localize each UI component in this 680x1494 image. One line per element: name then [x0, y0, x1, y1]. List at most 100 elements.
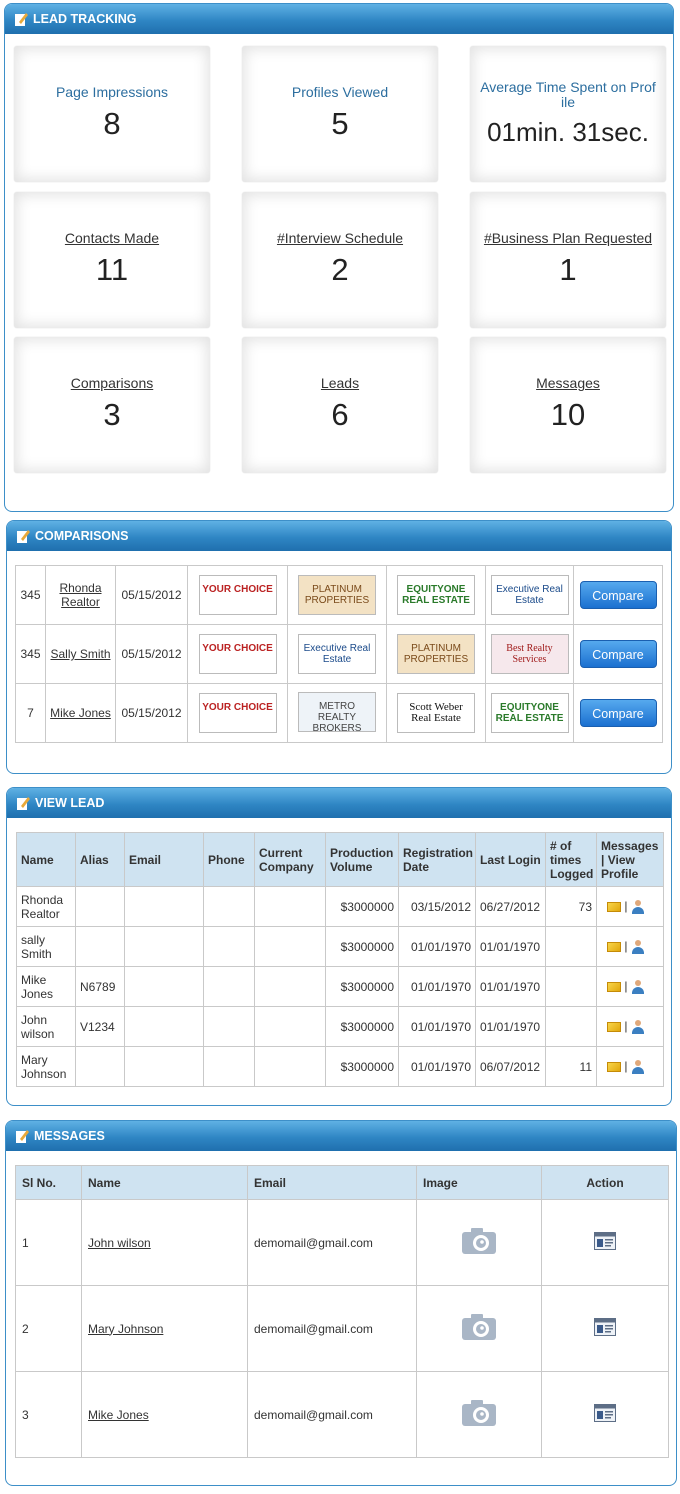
lead-email	[124, 1046, 204, 1087]
lead-alias: N6789	[75, 966, 125, 1007]
business-plan-link[interactable]: #Business Plan Requested	[470, 230, 666, 246]
message-email: demomail@gmail.com	[247, 1199, 417, 1286]
lead-last-login: 06/27/2012	[475, 886, 546, 927]
lead-last-login: 01/01/1970	[475, 966, 546, 1007]
lead-email	[124, 926, 204, 967]
tile-contacts-made[interactable]: Contacts Made 11	[14, 192, 210, 328]
table-row: sally Smith $3000000 01/01/1970 01/01/19…	[16, 926, 664, 967]
company-logo: EQUITYONE REAL ESTATE	[397, 575, 475, 615]
compare-button[interactable]: Compare	[579, 640, 657, 668]
company-logo: YOUR CHOICE	[198, 634, 277, 674]
lead-volume: $3000000	[325, 1006, 399, 1047]
camera-icon	[462, 1314, 496, 1340]
envelope-icon[interactable]	[607, 1061, 621, 1072]
lead-registration: 01/01/1970	[398, 926, 476, 967]
message-email: demomail@gmail.com	[247, 1285, 417, 1372]
lead-company	[254, 886, 326, 927]
message-number: 1	[15, 1199, 82, 1286]
envelope-icon[interactable]	[607, 941, 621, 952]
row-id: 345	[15, 565, 46, 625]
separator: |	[624, 899, 628, 914]
table-row: Mike Jones N6789 $3000000 01/01/1970 01/…	[16, 966, 664, 1007]
tile-value: 01min. 31sec.	[487, 117, 649, 147]
contacts-made-link[interactable]: Contacts Made	[14, 230, 210, 246]
lead-name-link[interactable]: Mike Jones	[50, 706, 111, 720]
company-logo: Executive Real Estate	[490, 575, 569, 615]
table-row: 1 John wilson demomail@gmail.com	[15, 1199, 669, 1286]
contact-card-icon[interactable]	[594, 1318, 616, 1336]
lead-actions: |	[596, 966, 664, 1007]
messages-table: Sl No. Name Email Image Action 1 John wi…	[15, 1165, 669, 1458]
comparisons-panel: COMPARISONS 345 Rhonda Realtor 05/15/201…	[6, 520, 672, 774]
lead-phone	[203, 1046, 255, 1087]
contact-card-icon[interactable]	[594, 1232, 616, 1250]
lead-name-link[interactable]: Sally Smith	[50, 647, 110, 661]
message-name-link[interactable]: Mary Johnson	[88, 1322, 163, 1336]
user-profile-icon[interactable]	[631, 1059, 645, 1074]
envelope-icon[interactable]	[607, 901, 621, 912]
tile-comparisons[interactable]: Comparisons 3	[14, 337, 210, 473]
message-email: demomail@gmail.com	[247, 1371, 417, 1458]
separator: |	[624, 1059, 628, 1074]
envelope-icon[interactable]	[607, 981, 621, 992]
lead-phone	[203, 966, 255, 1007]
edit-icon	[15, 13, 28, 26]
separator: |	[624, 939, 628, 954]
lead-alias	[75, 926, 125, 967]
comparisons-header: COMPARISONS	[7, 521, 671, 551]
lead-company	[254, 1046, 326, 1087]
interview-schedule-link[interactable]: #Interview Schedule	[242, 230, 438, 246]
messages-panel: MESSAGES Sl No. Name Email Image Action …	[5, 1120, 677, 1486]
lead-logged-count	[545, 1006, 597, 1047]
lead-tracking-title: LEAD TRACKING	[33, 12, 137, 26]
compare-button[interactable]: Compare	[579, 699, 657, 727]
envelope-icon[interactable]	[607, 1021, 621, 1032]
table-row: Mary Johnson $3000000 01/01/1970 06/07/2…	[16, 1046, 664, 1087]
tile-label: Average Time Spent on Prof ile	[480, 79, 656, 110]
table-row: John wilson V1234 $3000000 01/01/1970 01…	[16, 1006, 664, 1047]
lead-volume: $3000000	[325, 926, 399, 967]
message-name-link[interactable]: John wilson	[88, 1236, 151, 1250]
tile-value: 2	[331, 252, 349, 287]
view-lead-panel: VIEW LEAD Name Alias Email Phone Current…	[6, 787, 672, 1106]
lead-name-link[interactable]: Rhonda Realtor	[59, 581, 101, 609]
column-header: Messages | View Profile	[596, 832, 664, 887]
table-header-row: Sl No. Name Email Image Action	[15, 1165, 669, 1200]
tile-value: 1	[559, 252, 577, 287]
company-logo: EQUITYONE REAL ESTATE	[490, 693, 569, 733]
comparisons-link[interactable]: Comparisons	[14, 375, 210, 391]
messages-link[interactable]: Messages	[470, 375, 666, 391]
tile-value: 8	[103, 106, 121, 141]
table-row: 3 Mike Jones demomail@gmail.com	[15, 1371, 669, 1458]
lead-tracking-panel: LEAD TRACKING Page Impressions 8 Profile…	[4, 3, 674, 512]
tile-page-impressions: Page Impressions 8	[14, 46, 210, 182]
tile-value: 3	[103, 397, 121, 432]
lead-alias	[75, 886, 125, 927]
tile-messages[interactable]: Messages 10	[470, 337, 666, 473]
lead-name: Rhonda Realtor	[16, 886, 76, 927]
contact-card-icon[interactable]	[594, 1404, 616, 1422]
lead-logged-count	[545, 966, 597, 1007]
user-profile-icon[interactable]	[631, 939, 645, 954]
column-header: Action	[541, 1165, 669, 1200]
column-header: Name	[81, 1165, 248, 1200]
leads-link[interactable]: Leads	[242, 375, 438, 391]
company-logo: YOUR CHOICE	[198, 693, 277, 733]
company-logo: METRO REALTY BROKERS	[298, 692, 376, 734]
tile-business-plan[interactable]: #Business Plan Requested 1	[470, 192, 666, 328]
lead-actions: |	[596, 926, 664, 967]
lead-company	[254, 1006, 326, 1047]
lead-registration: 03/15/2012	[398, 886, 476, 927]
compare-button[interactable]: Compare	[579, 581, 657, 609]
message-name-link[interactable]: Mike Jones	[88, 1408, 149, 1422]
user-profile-icon[interactable]	[631, 979, 645, 994]
lead-name: sally Smith	[16, 926, 76, 967]
user-profile-icon[interactable]	[631, 899, 645, 914]
company-logo: Best Realty Services	[490, 634, 569, 674]
company-logo: Executive Real Estate	[298, 634, 376, 674]
table-header-row: Name Alias Email Phone Current Company P…	[16, 832, 664, 887]
tile-leads[interactable]: Leads 6	[242, 337, 438, 473]
lead-email	[124, 966, 204, 1007]
user-profile-icon[interactable]	[631, 1019, 645, 1034]
tile-interview-schedule[interactable]: #Interview Schedule 2	[242, 192, 438, 328]
